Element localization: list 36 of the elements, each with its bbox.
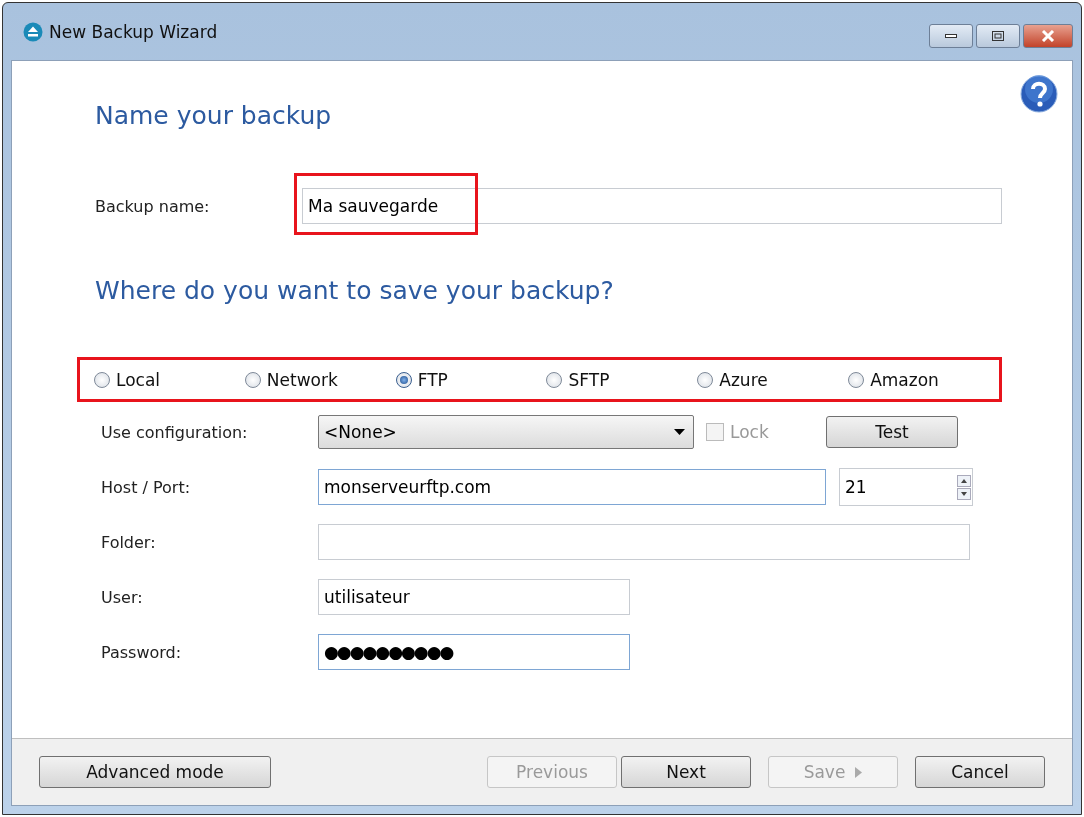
section-heading: Where do you want to save your backup? [95,276,615,305]
test-button[interactable]: Test [826,416,958,448]
eject-icon [23,21,43,42]
field-label: User: [101,587,144,607]
password-field[interactable]: ●●●●●●●●●● [318,634,630,670]
close-button[interactable] [1023,24,1073,48]
maximize-icon [992,31,1004,41]
dropdown[interactable]: <None> [318,415,694,449]
footer-button[interactable]: Next [621,756,751,788]
folder-field[interactable] [318,524,970,560]
radio-button[interactable]: Network [244,369,396,390]
minimize-button[interactable] [929,24,973,48]
input-field[interactable]: Ma sauvegarde [302,188,1002,224]
port-field[interactable]: 21 [839,468,973,506]
footer-button[interactable]: Cancel [915,756,1045,788]
field-label: Folder: [101,532,157,552]
minimize-icon [945,33,957,39]
radio-button[interactable]: Azure [697,369,849,390]
footer-button[interactable]: Advanced mode [39,756,271,788]
field-label: Backup name: [95,196,211,216]
arrow-icon [855,766,863,778]
field-label: Password: [101,642,183,662]
window-title: New Backup Wizard [49,21,218,42]
field-label: Use configuration: [101,422,249,442]
radio-button[interactable]: FTP [395,369,547,390]
maximize-button[interactable] [976,24,1020,48]
radio-button[interactable]: Amazon [848,369,999,390]
help-icon[interactable] [1020,75,1058,113]
caret-icon [674,429,685,435]
user-field[interactable]: utilisateur [318,579,630,615]
radio-button[interactable]: SFTP [546,369,698,390]
host-field[interactable]: monserveurftp.com [318,469,826,505]
field-label: Host / Port: [101,477,192,497]
section-heading: Name your backup [95,101,333,130]
radio-button[interactable]: Local [94,369,245,390]
close-icon [1041,30,1055,42]
